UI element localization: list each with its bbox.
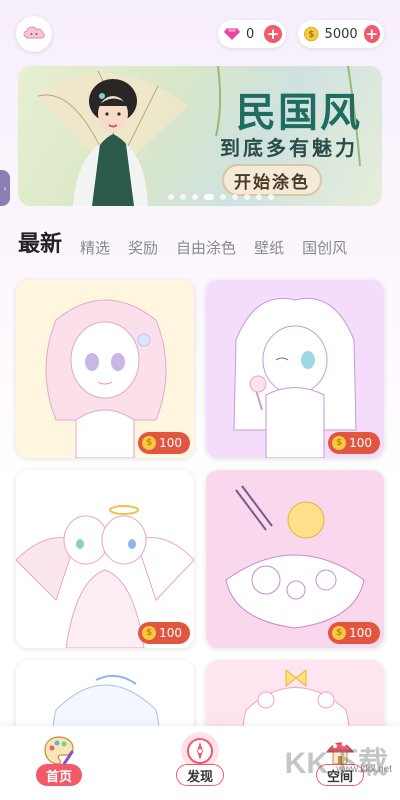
banner-subtitle: 到底多有魅力 [220, 136, 358, 160]
artwork-card[interactable]: $ 100 [16, 280, 194, 458]
price-value: 100 [349, 626, 372, 640]
diamond-icon [224, 28, 240, 40]
coin-icon: $ [142, 436, 157, 450]
price-badge: $ 100 [328, 432, 380, 454]
price-value: 100 [159, 436, 182, 450]
carousel-dot[interactable] [220, 194, 226, 200]
carousel-dot[interactable] [244, 194, 250, 200]
watermark-logo: KK下载 [284, 747, 388, 780]
cloud-face-icon [23, 26, 45, 39]
price-value: 100 [349, 436, 372, 450]
price-value: 100 [159, 626, 182, 640]
carousel-dot[interactable] [168, 194, 174, 200]
add-coins-button[interactable]: + [363, 25, 380, 43]
profile-avatar[interactable] [16, 16, 52, 52]
side-drawer-handle[interactable]: › [0, 170, 10, 206]
carousel-dot[interactable] [180, 194, 186, 200]
nav-discover[interactable]: 发现 [160, 732, 240, 794]
category-tabs: 最新 精选 奖励 自由涂色 壁纸 国创风 [18, 228, 400, 258]
coin-icon: $ [332, 626, 347, 640]
start-coloring-button[interactable]: 开始涂色 [222, 164, 322, 196]
coin-icon: $ [332, 436, 347, 450]
carousel-indicator [168, 194, 274, 200]
artwork-card[interactable]: $ 100 [206, 470, 384, 648]
tab-guochuang[interactable]: 国创风 [302, 237, 347, 258]
carousel-dot[interactable] [232, 194, 238, 200]
nav-discover-label: 发现 [175, 764, 224, 786]
carousel-dot[interactable] [268, 194, 274, 200]
artwork-card[interactable]: $ 100 [206, 280, 384, 458]
gems-value: 0 [246, 26, 255, 42]
carousel-dot[interactable] [256, 194, 262, 200]
promo-banner[interactable]: 民国风 到底多有魅力 开始涂色 [18, 66, 382, 206]
tab-featured[interactable]: 精选 [80, 237, 110, 258]
price-badge: $ 100 [328, 622, 380, 644]
price-badge: $ 100 [138, 432, 190, 454]
coins-value: 5000 [324, 26, 358, 42]
tab-free-coloring[interactable]: 自由涂色 [176, 237, 236, 258]
top-bar: 0 + $ 5000 + [0, 14, 400, 54]
coins-counter[interactable]: $ 5000 + [298, 20, 384, 48]
tab-wallpaper[interactable]: 壁纸 [254, 237, 284, 258]
price-badge: $ 100 [138, 622, 190, 644]
watermark-url: www.kkx.net [336, 764, 392, 775]
add-gems-button[interactable]: + [264, 25, 282, 43]
coin-icon: $ [142, 626, 157, 640]
artwork-card[interactable]: $ 100 [16, 470, 194, 648]
tab-latest[interactable]: 最新 [18, 228, 62, 258]
carousel-dot-active[interactable] [204, 194, 214, 200]
tab-rewards[interactable]: 奖励 [128, 237, 158, 258]
nav-home[interactable]: 首页 [19, 732, 99, 794]
nav-home-label: 首页 [35, 764, 82, 786]
coin-icon: $ [304, 26, 319, 42]
carousel-dot[interactable] [192, 194, 198, 200]
gems-counter[interactable]: 0 + [218, 20, 286, 48]
svg-text:$: $ [308, 30, 314, 40]
banner-title: 民国风 [236, 89, 362, 136]
